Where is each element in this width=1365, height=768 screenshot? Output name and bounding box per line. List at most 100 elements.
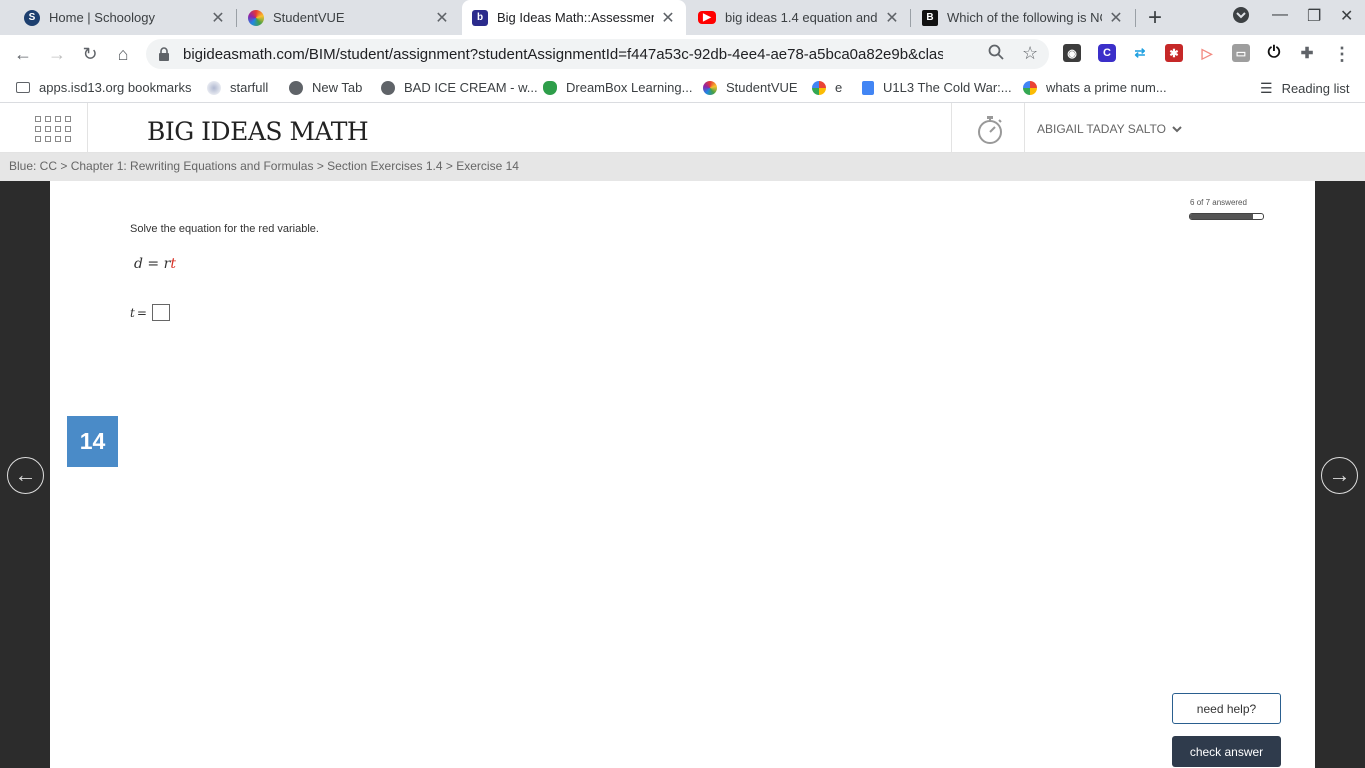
bookmark-item[interactable]: U1L3 The Cold War:... [862,80,1012,95]
bookmark-star-icon[interactable]: ☆ [1022,43,1038,64]
reading-list-button[interactable]: ☰ Reading list [1260,80,1350,97]
starfull-icon [207,80,221,95]
header-divider [87,103,88,153]
progress-fill [1190,214,1253,219]
answer-operator: = [136,305,147,320]
bookmark-item[interactable]: e [812,80,842,95]
zoom-icon[interactable] [988,44,1004,65]
extension-power-icon[interactable]: ⏻ [1265,44,1283,62]
restore-icon[interactable]: ❐ [1307,6,1321,26]
tab-separator [236,9,237,27]
question-card: 6 of 7 answered Solve the equation for t… [67,181,1298,768]
window-close-icon[interactable]: ✕ [1340,6,1353,26]
tab-studentvue[interactable]: StudentVUE ✕ [238,0,460,35]
bookmark-item[interactable]: starfull [207,80,268,95]
schoology-icon: S [24,9,40,26]
question-instruction: Solve the equation for the red variable. [130,223,319,235]
extension-arrows-icon[interactable]: ⇄ [1131,44,1149,62]
tab-youtube[interactable]: ▶ big ideas 1.4 equation and fo ✕ [688,0,910,35]
globe-icon [381,80,395,95]
bookmark-label: e [835,80,843,95]
chevron-down-icon [1172,126,1182,133]
bookmark-item[interactable]: BAD ICE CREAM - w... [381,80,538,95]
need-help-button[interactable]: need help? [1172,693,1281,724]
studentvue-icon [703,80,717,95]
address-bar[interactable]: bigideasmath.com/BIM/student/assignment?… [146,39,1049,69]
header-divider [1024,103,1025,153]
back-icon[interactable]: ← [11,42,35,66]
answer-row: t = [130,304,170,321]
google-icon [1023,80,1037,95]
extension-gray-icon[interactable]: ▭ [1232,44,1250,62]
home-icon[interactable]: ⌂ [111,42,135,66]
tab-title: big ideas 1.4 equation and fo [725,10,878,25]
youtube-icon: ▶ [698,11,716,24]
big-ideas-icon: b [472,9,488,26]
progress-label: 6 of 7 answered [1190,198,1247,207]
menu-kebab-icon[interactable]: ⋮ [1330,42,1354,66]
reading-list-label: Reading list [1281,81,1350,96]
user-menu[interactable]: ABIGAIL TADAY SALTO [1037,122,1182,136]
extension-c-icon[interactable]: C [1098,44,1116,62]
answer-variable: t [130,305,135,320]
tab-big-ideas-math[interactable]: b Big Ideas Math::Assessment ✕ [462,0,686,35]
user-name: ABIGAIL TADAY SALTO [1037,122,1166,136]
tab-title: Home | Schoology [49,10,155,25]
bookmark-label: StudentVUE [726,80,798,95]
browser-toolbar: ← → ↻ ⌂ bigideasmath.com/BIM/student/ass… [0,35,1365,73]
minimize-icon[interactable]: — [1272,6,1288,24]
bookmark-label: apps.isd13.org bookmarks [39,80,192,95]
tab-search-icon[interactable] [1232,6,1250,29]
equation-operator: = [142,256,164,272]
reading-list-icon: ☰ [1260,80,1273,96]
globe-icon [289,80,303,95]
tab-brainly[interactable]: B Which of the following is NO ✕ [912,0,1134,35]
tab-strip: S Home | Schoology ✕ StudentVUE ✕ b Big … [0,0,1365,35]
close-icon[interactable]: ✕ [434,8,450,28]
extension-play-icon[interactable]: ▷ [1198,44,1216,62]
equation-red-variable: t [170,256,176,272]
tab-schoology[interactable]: S Home | Schoology ✕ [14,0,236,35]
studentvue-icon [248,9,264,26]
bookmark-item[interactable]: StudentVUE [703,80,798,95]
extensions-puzzle-icon[interactable]: ✚ [1298,44,1316,62]
previous-question-button[interactable]: ← [7,457,44,494]
dreambox-icon [543,80,557,95]
close-icon[interactable]: ✕ [1108,8,1124,28]
google-icon [812,80,826,95]
tab-title: Which of the following is NO [947,10,1102,25]
tab-title: Big Ideas Math::Assessment [497,10,654,25]
app-header: BIG IDEAS MATH ABIGAIL TADAY SALTO [0,103,1365,153]
big-ideas-math-logo: BIG IDEAS MATH [147,117,369,146]
folder-icon [16,82,30,93]
extension-camera-icon[interactable]: ◉ [1063,44,1081,62]
forward-icon[interactable]: → [45,42,69,66]
apps-grid-icon[interactable] [35,116,71,142]
brainly-icon: B [922,9,938,26]
close-icon[interactable]: ✕ [660,8,676,28]
reload-icon[interactable]: ↻ [78,42,102,66]
equation-lhs: d [134,256,143,272]
answer-input[interactable] [151,304,170,321]
equation: d = rt [134,256,176,272]
question-number-badge: 14 [67,416,118,467]
header-divider [951,103,952,153]
bookmark-item[interactable]: whats a prime num... [1023,80,1167,95]
new-tab-button[interactable]: + [1148,4,1162,32]
breadcrumb: Blue: CC > Chapter 1: Rewriting Equation… [0,153,1365,181]
check-answer-button[interactable]: check answer [1172,736,1281,767]
stopwatch-icon[interactable] [976,115,1004,145]
extension-red-icon[interactable]: ✱ [1165,44,1183,62]
close-icon[interactable]: ✕ [884,8,900,28]
tab-separator [910,9,911,27]
url-text: bigideasmath.com/BIM/student/assignment?… [183,46,943,63]
close-icon[interactable]: ✕ [210,8,226,28]
bookmark-item[interactable]: New Tab [289,80,362,95]
bookmark-label: starfull [230,80,269,95]
progress-bar [1189,213,1264,220]
bookmark-item[interactable]: DreamBox Learning... [543,80,692,95]
tab-title: StudentVUE [273,10,345,25]
bookmark-label: whats a prime num... [1046,80,1167,95]
bookmark-folder[interactable]: apps.isd13.org bookmarks [16,80,191,95]
next-question-button[interactable]: → [1321,457,1358,494]
